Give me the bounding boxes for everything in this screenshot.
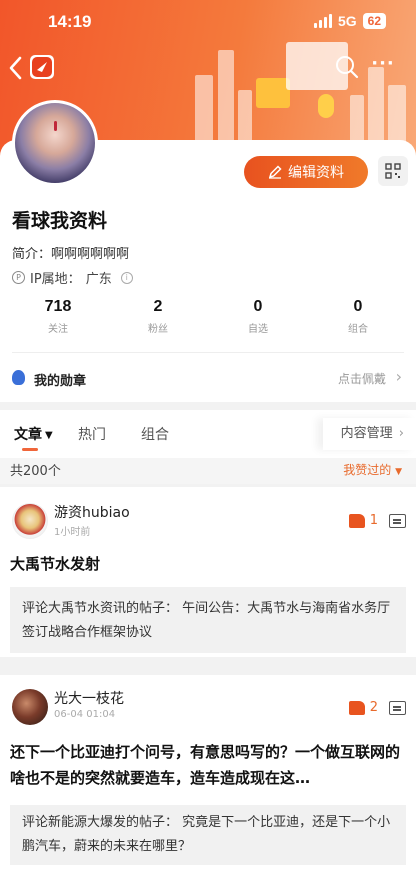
comment-icon[interactable] — [389, 701, 406, 715]
stat-following[interactable]: 718 关注 — [8, 298, 108, 338]
battery-icon: 62 — [362, 13, 386, 29]
caret-down-icon: ▼ — [45, 430, 53, 441]
tab-articles[interactable]: 文章 ▼ — [14, 424, 53, 444]
post-time: 1小时前 — [54, 527, 91, 538]
decorative-building — [195, 75, 213, 145]
item-count: 共200个 — [10, 464, 61, 479]
content-management-button[interactable]: 内容管理 › — [322, 418, 416, 450]
stat-label: 粉丝 — [148, 324, 168, 335]
post-author[interactable]: 游资hubiao — [54, 502, 130, 522]
edit-profile-label: 编辑资料 — [288, 165, 344, 181]
post-title[interactable]: 大禹节水发射 — [10, 551, 404, 577]
post-title[interactable]: 还下一个比亚迪打个问号，有意思吗写的？一个做互联网的啥也不是的突然就要造车，造车… — [10, 739, 404, 791]
list-header: 共200个 我赞过的 ▼ — [0, 458, 416, 484]
status-time: 14:19 — [48, 12, 92, 31]
like-button[interactable]: 1 — [348, 513, 378, 528]
tab-hot[interactable]: 热门 — [78, 424, 106, 444]
caret-down-icon: ▼ — [395, 467, 402, 477]
filter-label: 我赞过的 — [343, 463, 392, 477]
active-tab-indicator — [22, 448, 38, 451]
profile-bio: 简介：啊啊啊啊啊啊 — [12, 247, 130, 262]
stat-value: 718 — [44, 298, 72, 315]
app-logo-icon — [30, 55, 54, 79]
thumbs-up-icon — [348, 700, 365, 715]
status-indicators: 5G 62 — [313, 13, 386, 29]
stat-value: 2 — [153, 298, 163, 315]
stat-label: 自选 — [248, 324, 268, 335]
search-icon[interactable] — [334, 54, 360, 80]
decorative-coin-stack — [318, 94, 334, 118]
ip-value: 广东 — [85, 272, 112, 287]
post-time: 06-04 01:04 — [54, 709, 116, 720]
ip-location-row: P IP属地： 广东 i — [12, 268, 133, 287]
ip-label: IP属地： — [30, 272, 81, 287]
comment-icon[interactable] — [389, 514, 406, 528]
profile-stats: 718 关注 2 粉丝 0 自选 0 组合 — [0, 298, 416, 338]
status-bar: 14:19 5G 62 — [0, 0, 416, 44]
stat-portfolios[interactable]: 0 组合 — [308, 298, 408, 338]
qr-code-icon[interactable] — [378, 156, 408, 186]
liked-filter-button[interactable]: 我赞过的 ▼ — [343, 461, 402, 478]
profile-avatar[interactable] — [12, 100, 98, 186]
stat-label: 关注 — [48, 324, 68, 335]
info-icon[interactable]: i — [120, 271, 133, 284]
location-p-icon: P — [12, 271, 25, 284]
network-type: 5G — [337, 13, 357, 29]
profile-username: 看球我资料 — [12, 210, 108, 232]
pencil-icon — [268, 165, 282, 179]
medal-label: 我的勋章 — [34, 374, 87, 389]
medal-icon — [12, 370, 25, 385]
author-avatar[interactable] — [12, 689, 48, 725]
edit-profile-button[interactable]: 编辑资料 — [244, 156, 368, 188]
stat-watchlist[interactable]: 0 自选 — [208, 298, 308, 338]
decorative-building — [388, 85, 406, 145]
medal-row[interactable]: 我的勋章 点击佩戴 › — [0, 362, 416, 394]
stat-value: 0 — [353, 298, 363, 315]
thumbs-up-icon — [348, 513, 365, 528]
stat-label: 组合 — [348, 324, 368, 335]
stat-value: 0 — [253, 298, 263, 315]
decorative-building — [238, 90, 252, 145]
divider — [12, 352, 404, 353]
more-dots-icon[interactable]: ··· — [370, 54, 396, 80]
like-button[interactable]: 2 — [348, 700, 378, 715]
chevron-right-icon: › — [395, 367, 402, 386]
post-card[interactable]: 游资hubiao 1小时前 1 大禹节水发射 评论大禹节水资讯的帖子： 午间公告… — [0, 487, 416, 657]
quoted-post[interactable]: 评论大禹节水资讯的帖子： 午间公告：大禹节水与海南省水务厅签订战略合作框架协议 — [10, 587, 406, 653]
signal-icon — [313, 14, 332, 28]
content-management-label: 内容管理 — [340, 426, 393, 441]
post-author[interactable]: 光大一枝花 — [54, 688, 124, 708]
quoted-post[interactable]: 评论新能源大爆发的帖子： 究竟是下一个比亚迪，还是下一个小鹏汽车，蔚来的未来在哪… — [10, 805, 406, 865]
top-nav: ··· — [0, 50, 416, 84]
like-count: 1 — [369, 513, 378, 528]
decorative-building — [350, 95, 364, 145]
author-avatar[interactable] — [12, 503, 48, 539]
post-card[interactable]: 光大一枝花 06-04 01:04 2 还下一个比亚迪打个问号，有意思吗写的？一… — [0, 675, 416, 890]
like-count: 2 — [369, 700, 378, 715]
stat-followers[interactable]: 2 粉丝 — [108, 298, 208, 338]
content-tabs: 文章 ▼ 热门 组合 内容管理 › — [0, 410, 416, 458]
chevron-right-icon: › — [398, 426, 404, 441]
tab-portfolio[interactable]: 组合 — [141, 424, 169, 444]
medal-action: 点击佩戴 — [337, 372, 386, 386]
back-chevron-icon[interactable] — [8, 52, 32, 82]
tab-label: 文章 — [14, 427, 42, 443]
